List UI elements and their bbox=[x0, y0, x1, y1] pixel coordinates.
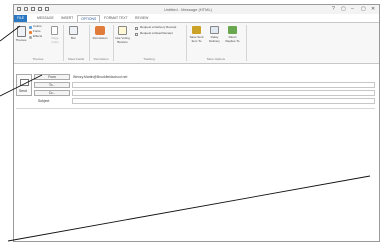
callout-line-bottom bbox=[7, 175, 371, 242]
callout-lines bbox=[0, 25, 371, 242]
callout-line-middle bbox=[0, 74, 43, 97]
callout-line-top bbox=[0, 25, 21, 42]
